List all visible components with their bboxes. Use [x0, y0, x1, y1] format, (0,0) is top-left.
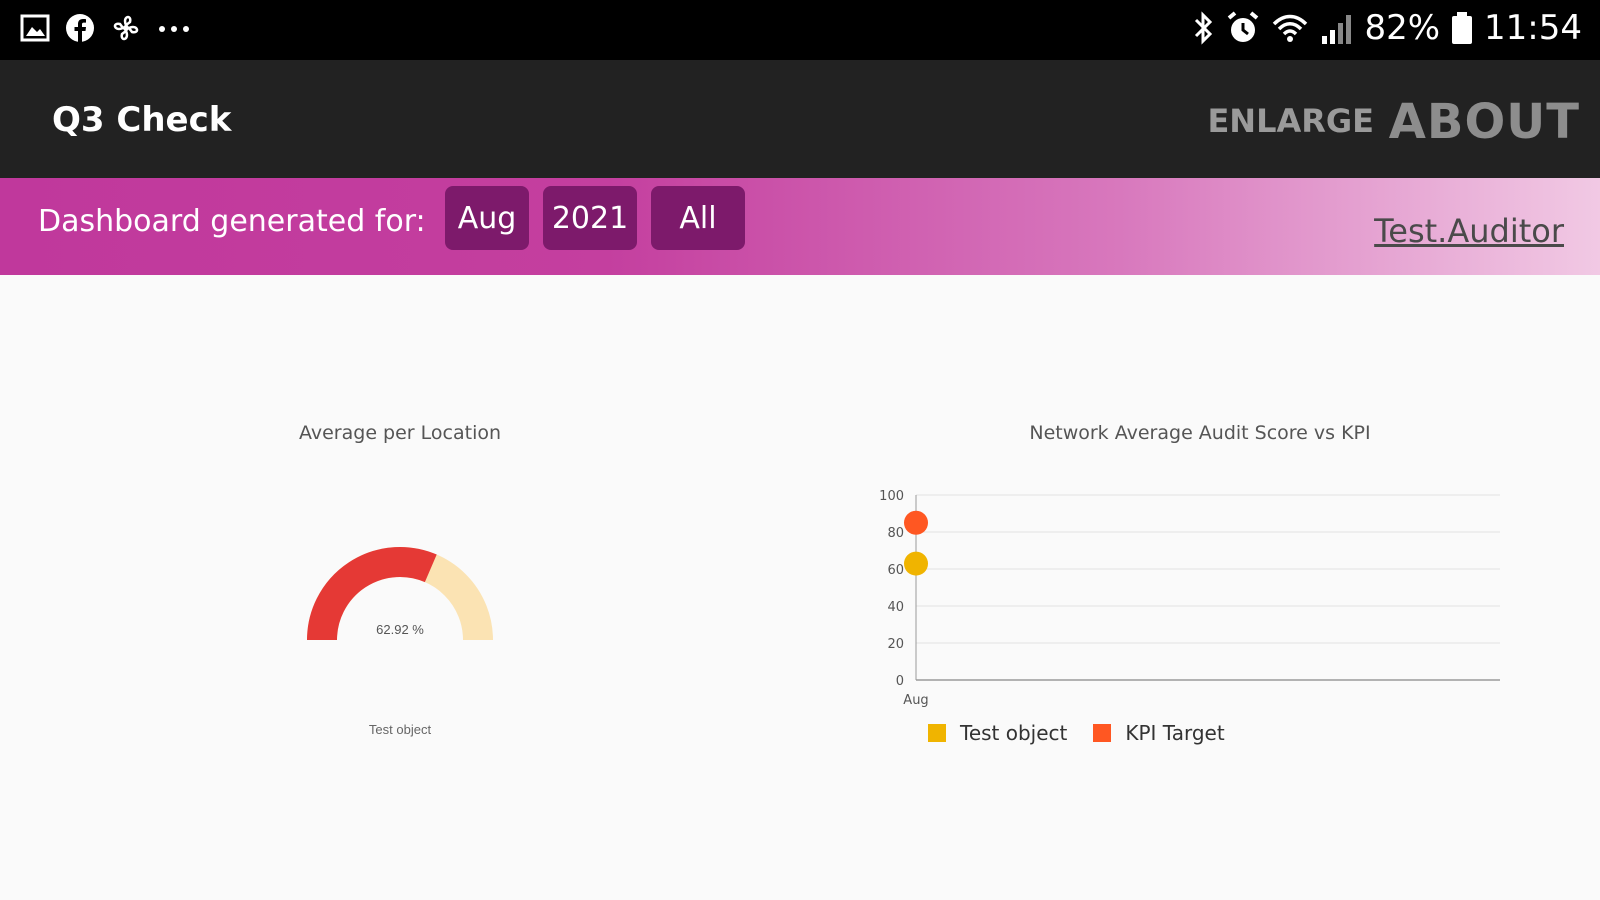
legend-label-test-object: Test object	[960, 721, 1068, 745]
data-point	[904, 510, 928, 535]
legend-swatch-test-object	[928, 724, 946, 742]
y-tick-label: 100	[879, 489, 904, 504]
y-tick-label: 20	[887, 637, 904, 652]
y-tick-label: 40	[887, 600, 904, 615]
legend-item-test-object: Test object	[928, 721, 1067, 745]
y-tick-label: 0	[896, 674, 904, 689]
y-tick-label: 60	[887, 563, 904, 578]
y-tick-label: 80	[887, 526, 904, 541]
legend-label-kpi-target: KPI Target	[1125, 721, 1225, 745]
legend-swatch-kpi-target	[1093, 724, 1112, 742]
data-point	[904, 551, 928, 576]
chart-legend: Test object KPI Target	[928, 721, 1239, 745]
x-tick-label: Aug	[903, 693, 928, 708]
legend-item-kpi-target: KPI Target	[1093, 721, 1225, 745]
scatter-chart: 0 20 40 60 80 100 Aug	[879, 489, 1500, 708]
